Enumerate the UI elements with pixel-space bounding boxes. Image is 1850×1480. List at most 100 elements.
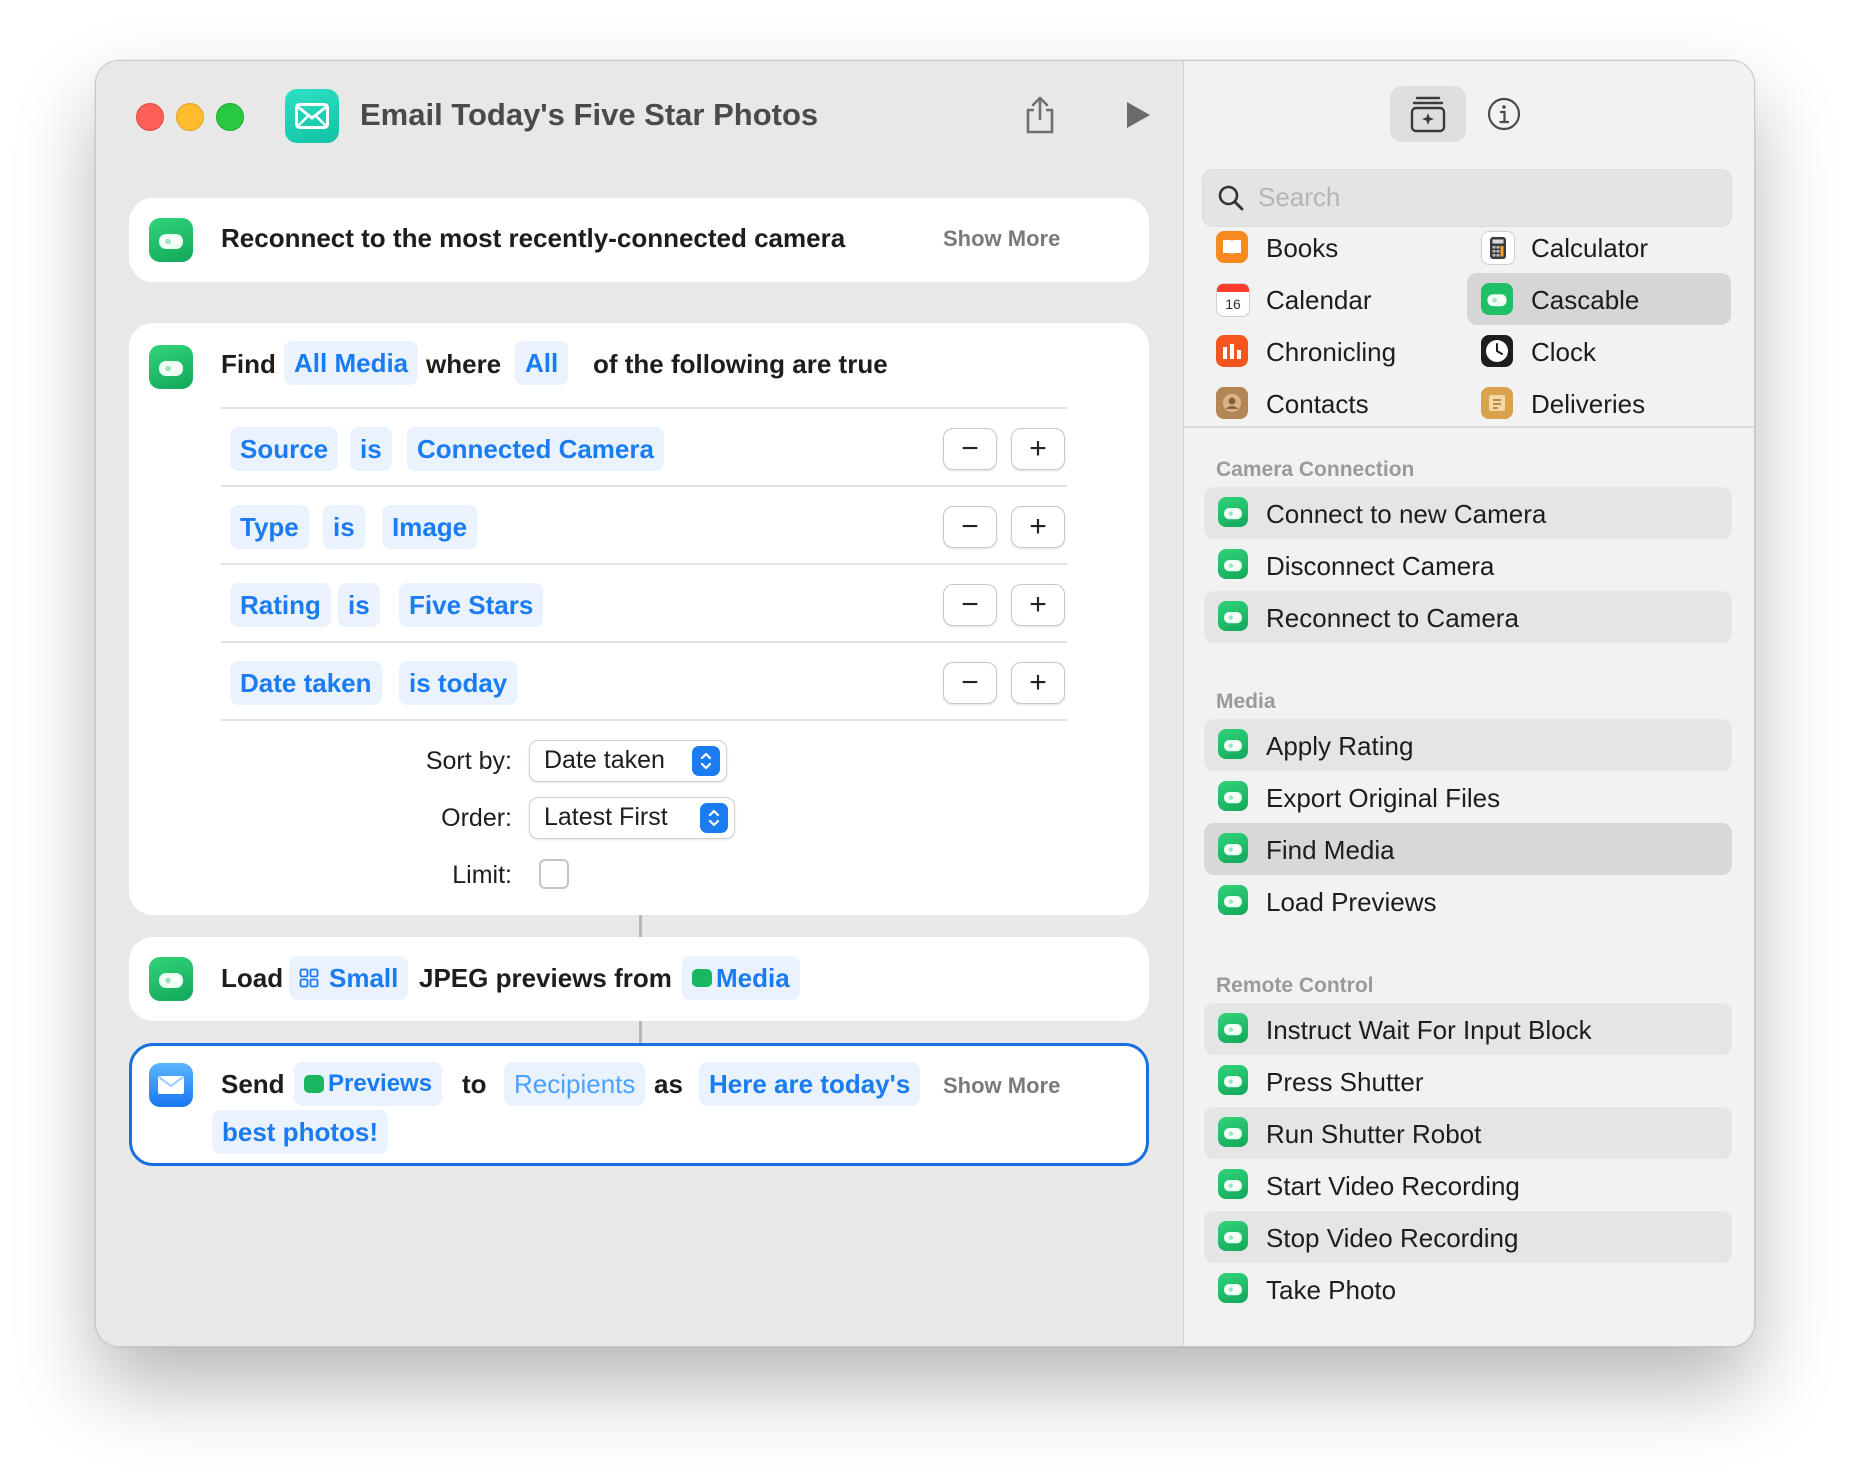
message-token[interactable]: Here are today's — [699, 1062, 921, 1106]
library-action[interactable]: Connect to new Camera — [1204, 487, 1732, 539]
app-label: Clock — [1531, 337, 1597, 367]
add-condition-button[interactable]: + — [1011, 662, 1065, 704]
app-item-deliveries[interactable]: Deliveries — [1467, 377, 1731, 429]
section-header-media: Media — [1216, 690, 1276, 713]
chevron-updown-icon — [700, 803, 728, 833]
cascable-action-icon — [1218, 1169, 1248, 1199]
close-window-button[interactable] — [136, 103, 164, 131]
condition-operator[interactable]: is today — [399, 661, 518, 705]
library-action-label: Find Media — [1266, 835, 1395, 865]
details-tab[interactable] — [1466, 86, 1542, 142]
app-item-clock[interactable]: Clock — [1467, 325, 1731, 377]
library-action[interactable]: Instruct Wait For Input Block — [1204, 1003, 1732, 1055]
reconnect-show-more[interactable]: Show More — [943, 226, 1060, 252]
find-tail-text: of the following are true — [593, 349, 888, 379]
condition-operator[interactable]: is — [323, 505, 365, 549]
run-button[interactable] — [1118, 93, 1158, 137]
app-label: Calendar — [1266, 285, 1372, 315]
action-library-tab[interactable] — [1390, 86, 1466, 142]
send-email-action[interactable]: Send Previews to Recipients as Here are … — [129, 1043, 1149, 1166]
cascable-action-icon — [1218, 1117, 1248, 1147]
library-action[interactable]: Start Video Recording — [1204, 1159, 1732, 1211]
message-token-continued[interactable]: best photos! — [212, 1110, 388, 1154]
remove-condition-button[interactable]: − — [943, 428, 997, 470]
preview-size-token[interactable]: Small — [289, 956, 409, 1000]
library-action[interactable]: Take Photo — [1204, 1263, 1732, 1315]
app-label: Contacts — [1266, 389, 1369, 419]
match-all-token[interactable]: All — [515, 341, 569, 385]
limit-label: Limit: — [452, 861, 512, 889]
search-icon — [1218, 185, 1244, 211]
previews-variable-token[interactable]: Previews — [294, 1062, 443, 1106]
cascable-action-icon — [149, 218, 193, 262]
app-item-calculator[interactable]: Calculator — [1467, 221, 1731, 273]
condition-value[interactable]: Connected Camera — [407, 427, 664, 471]
media-variable-token[interactable]: Media — [682, 956, 800, 1000]
books-icon — [1216, 231, 1248, 263]
recipients-field[interactable]: Recipients — [504, 1062, 646, 1106]
add-condition-button[interactable]: + — [1011, 506, 1065, 548]
preview-size-value: Small — [329, 963, 399, 993]
library-action[interactable]: Load Previews — [1204, 875, 1732, 927]
library-action-label: Export Original Files — [1266, 783, 1501, 813]
contacts-icon — [1216, 387, 1248, 419]
condition-value[interactable]: Image — [382, 505, 478, 549]
condition-operator[interactable]: is — [338, 583, 380, 627]
action-connector — [639, 915, 642, 937]
remove-condition-button[interactable]: − — [943, 506, 997, 548]
reconnect-action[interactable]: Reconnect to the most recently-connected… — [129, 198, 1149, 282]
cascable-action-icon — [1218, 601, 1248, 631]
library-action-label: Run Shutter Robot — [1266, 1119, 1482, 1149]
order-popup[interactable]: Latest First — [529, 797, 735, 839]
limit-checkbox[interactable] — [539, 859, 569, 889]
mail-shortcut-icon[interactable] — [285, 89, 339, 143]
library-action[interactable]: Press Shutter — [1204, 1055, 1732, 1107]
sort-by-label: Sort by: — [425, 747, 512, 775]
calendar-icon: 16 — [1216, 283, 1250, 317]
as-word: as — [654, 1069, 683, 1099]
app-item-contacts[interactable]: Contacts — [1202, 377, 1466, 429]
minimize-window-button[interactable] — [176, 103, 204, 131]
app-item-chronicling[interactable]: Chronicling — [1202, 325, 1466, 377]
condition-field[interactable]: Type — [230, 505, 309, 549]
where-word: where — [426, 349, 502, 379]
load-previews-action[interactable]: Load Small JPEG previews from Media — [129, 937, 1149, 1021]
find-media-action[interactable]: Find All Media where All of the followin… — [129, 323, 1149, 915]
condition-operator[interactable]: is — [350, 427, 392, 471]
app-item-books[interactable]: Books — [1202, 221, 1466, 273]
chevron-updown-icon — [692, 746, 720, 776]
add-condition-button[interactable]: + — [1011, 584, 1065, 626]
add-condition-button[interactable]: + — [1011, 428, 1065, 470]
condition-field[interactable]: Date taken — [230, 661, 382, 705]
condition-value[interactable]: Five Stars — [399, 583, 544, 627]
library-action[interactable]: Reconnect to Camera — [1204, 591, 1732, 643]
library-action[interactable]: Run Shutter Robot — [1204, 1107, 1732, 1159]
chronicling-icon — [1216, 335, 1248, 367]
condition-field[interactable]: Source — [230, 427, 339, 471]
library-action-label: Stop Video Recording — [1266, 1223, 1519, 1253]
library-action[interactable]: Disconnect Camera — [1204, 539, 1732, 591]
section-header-remote-control: Remote Control — [1216, 974, 1374, 997]
cascable-action-icon — [1218, 833, 1248, 863]
send-show-more[interactable]: Show More — [943, 1073, 1060, 1099]
app-item-calendar[interactable]: 16 Calendar — [1202, 273, 1466, 325]
deliveries-icon — [1481, 387, 1513, 419]
app-item-cascable[interactable]: Cascable — [1467, 273, 1731, 325]
cascable-action-icon — [1218, 781, 1248, 811]
sort-by-popup[interactable]: Date taken — [529, 740, 727, 782]
zoom-window-button[interactable] — [216, 103, 244, 131]
remove-condition-button[interactable]: − — [943, 662, 997, 704]
find-word: Find — [221, 349, 276, 379]
library-action[interactable]: Apply Rating — [1204, 719, 1732, 771]
shortcut-title[interactable]: Email Today's Five Star Photos — [360, 97, 818, 133]
library-action[interactable]: Find Media — [1204, 823, 1732, 875]
library-action[interactable]: Export Original Files — [1204, 771, 1732, 823]
condition-field[interactable]: Rating — [230, 583, 331, 627]
cascable-action-icon — [1218, 885, 1248, 915]
share-button[interactable] — [1020, 91, 1060, 139]
media-type-token[interactable]: All Media — [284, 341, 419, 385]
cascable-mini-icon — [692, 969, 712, 987]
remove-condition-button[interactable]: − — [943, 584, 997, 626]
search-field[interactable]: Search — [1202, 169, 1732, 227]
library-action[interactable]: Stop Video Recording — [1204, 1211, 1732, 1263]
